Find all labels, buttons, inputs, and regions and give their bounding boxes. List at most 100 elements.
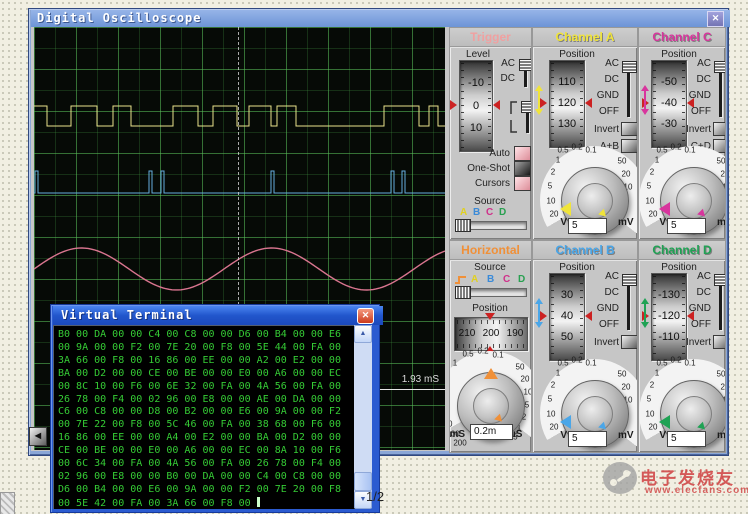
virtual-terminal-close-icon[interactable]: ✕ xyxy=(357,308,374,324)
resize-grip[interactable] xyxy=(0,492,15,514)
horizontal-timebase-knob-cap[interactable] xyxy=(473,388,509,424)
trigger-level-tick: 10 xyxy=(460,122,492,134)
channel-d-coupling-label: AC xyxy=(677,271,711,282)
channel-b-invert-button[interactable] xyxy=(621,335,638,349)
horizontal-edge-icon xyxy=(454,275,468,285)
window-close-icon[interactable]: ✕ xyxy=(707,11,724,27)
channel-c-gain-knob-scale-label: 10 xyxy=(646,197,655,206)
channel-a-gain-knob-scale-label: 0.2 xyxy=(571,143,582,152)
horizontal-marker-bottom[interactable] xyxy=(485,346,495,353)
terminal-line: C6 00 C8 00 00 D8 00 B2 00 00 E6 00 9A 0… xyxy=(58,406,341,419)
trigger-coupling-thumb[interactable] xyxy=(519,59,532,71)
scroll-up-icon[interactable]: ▲ xyxy=(354,325,372,343)
horizontal-timebase-knob-scale-label: 0.5 xyxy=(506,433,517,442)
horizontal-timebase-knob-pointer-icon xyxy=(484,368,498,379)
trigger-level-marker-left[interactable] xyxy=(450,100,457,110)
channel-a-gain-knob-scale-label: 50 xyxy=(618,157,627,166)
horizontal-source-thumb[interactable] xyxy=(455,286,471,299)
channel-d-gain-knob-scale-label: 50 xyxy=(717,370,726,379)
channel-a-gain-knob-scale-label: 0.1 xyxy=(585,146,596,155)
channel-d-gain-knob-right-unit: mV xyxy=(717,430,726,441)
terminal-line: D6 00 B4 00 00 E6 00 9A 00 00 F2 00 7E 2… xyxy=(58,484,341,497)
trigger-oneshot-label: One-Shot xyxy=(458,163,510,174)
trigger-source-d: D xyxy=(499,207,506,218)
horizontal-timebase-knob-scale-label: 1 xyxy=(517,424,521,433)
channel-a-gain-knob-value[interactable]: 5 xyxy=(568,218,607,234)
channel-b-gain-knob-scale-label: 0.5 xyxy=(557,359,568,368)
channel-d-invert-button[interactable] xyxy=(713,335,726,349)
channel-a-gain-knob-scale-label: 20 xyxy=(622,170,631,179)
channel-d-coupling-thumb[interactable] xyxy=(714,274,726,286)
channel-b-invert-label: Invert xyxy=(579,337,619,348)
channel-b-coupling-label: GND xyxy=(585,303,619,314)
channel-d-gain-knob-left-unit: V xyxy=(648,430,666,441)
trigger-level-slider[interactable]: -10 0 10 xyxy=(459,60,493,152)
terminal-caret xyxy=(257,497,260,507)
channel-c-invert-button[interactable] xyxy=(713,122,726,136)
channel-a-gain-knob-scale-label: 0.5 xyxy=(557,146,568,155)
horizontal-timebase-knob[interactable] xyxy=(457,372,525,440)
channel-b-gain-knob-scale-label: 50 xyxy=(618,370,627,379)
channel-b-header: Channel B xyxy=(533,241,637,260)
channel-d-coupling-label: OFF xyxy=(677,319,711,330)
channel-d-panel: Channel DPosition-130-120-110ACDCGNDOFFI… xyxy=(638,240,726,453)
channel-a-coupling-label: DC xyxy=(585,74,619,85)
channel-a-coupling-label: OFF xyxy=(585,106,619,117)
channel-a-gain-knob-scale-label: 1 xyxy=(556,156,560,165)
channel-c-gain-knob-value[interactable]: 5 xyxy=(667,218,706,234)
channel-d-gain-knob-scale-label: 0.2 xyxy=(670,356,681,365)
channel-c-gain-knob-scale-label: 2 xyxy=(650,168,654,177)
hpos-tick: 200 xyxy=(483,328,500,339)
channel-b-gain-knob-scale-label: 1 xyxy=(556,369,560,378)
terminal-scrollbar[interactable]: ▲ ▼ xyxy=(354,325,372,508)
trigger-level-marker-right[interactable] xyxy=(493,100,500,110)
horizontal-source-a: A xyxy=(471,274,478,285)
oscilloscope-titlebar[interactable]: Digital Oscilloscope xyxy=(31,10,730,27)
trigger-ac-label: AC xyxy=(498,58,515,69)
channel-d-gain-knob-value[interactable]: 5 xyxy=(667,431,706,447)
channel-b-position-arrows-icon xyxy=(535,298,543,328)
trigger-source-thumb[interactable] xyxy=(455,219,471,232)
channel-b-coupling-label: AC xyxy=(585,271,619,282)
horizontal-title: Horizontal xyxy=(461,243,520,257)
channel-c-coupling-thumb[interactable] xyxy=(714,61,726,73)
horizontal-panel: Horizontal Source A B C D Position 21020… xyxy=(449,240,532,453)
channel-c-coupling-label: GND xyxy=(677,90,711,101)
virtual-terminal-titlebar[interactable]: Virtual Terminal xyxy=(53,306,383,325)
channel-d-invert-label: Invert xyxy=(671,337,711,348)
channel-b-coupling-thumb[interactable] xyxy=(622,274,637,286)
trigger-source-a: A xyxy=(460,207,467,218)
channel-c-coupling-label: AC xyxy=(677,58,711,69)
trigger-edge-thumb[interactable] xyxy=(521,101,532,113)
channel-a-gain-knob-left-unit: V xyxy=(549,217,567,228)
channel-c-gain-knob-right-unit: mV xyxy=(717,217,726,228)
trigger-oneshot-button[interactable] xyxy=(514,161,531,176)
trigger-cursors-button[interactable] xyxy=(514,176,531,191)
hpos-tick: 210 xyxy=(459,328,476,339)
channel-c-panel: Channel CPosition-50-40-30ACDCGNDOFFInve… xyxy=(638,27,726,240)
horizontal-marker-top[interactable] xyxy=(485,313,495,320)
channel-a-invert-button[interactable] xyxy=(621,122,638,136)
channel-c-coupling-label: OFF xyxy=(677,106,711,117)
trigger-level-tick: -10 xyxy=(460,77,492,89)
terminal-line: 26 78 00 F4 00 02 96 00 E8 00 00 AE 00 D… xyxy=(58,394,341,407)
channel-d-gain-knob-scale-label: 1 xyxy=(655,369,659,378)
channel-c-gain-knob-scale-label: 50 xyxy=(717,157,726,166)
trigger-dc-label: DC xyxy=(498,73,515,84)
channel-a-coupling-thumb[interactable] xyxy=(622,61,637,73)
horizontal-timebase-knob-right-unit: µS xyxy=(510,429,532,440)
channel-a-sum-button[interactable] xyxy=(621,139,638,153)
channel-c-header: Channel C xyxy=(639,28,725,47)
horizontal-timebase-knob-scale-label: 2 xyxy=(522,413,526,422)
channel-b-gain-knob-value[interactable]: 5 xyxy=(568,431,607,447)
horizontal-timebase-knob-scale-label: 50 xyxy=(449,420,452,429)
channel-b-gain-knob-scale-label: 5 xyxy=(548,395,552,404)
trigger-auto-button[interactable] xyxy=(514,146,531,161)
channel-a-position-tick: 110 xyxy=(550,76,584,88)
scope-scroll-left-button[interactable]: ◀ xyxy=(29,427,47,446)
terminal-output[interactable]: B0 00 DA 00 00 C4 00 C8 00 00 D6 00 B4 0… xyxy=(53,325,355,509)
channel-b-gain-knob-right-unit: mV xyxy=(618,430,638,441)
page-indicator: 1/2 xyxy=(366,489,384,504)
trigger-source-c: C xyxy=(486,207,493,218)
horizontal-timebase-knob-value[interactable]: 0.2m xyxy=(470,424,513,440)
